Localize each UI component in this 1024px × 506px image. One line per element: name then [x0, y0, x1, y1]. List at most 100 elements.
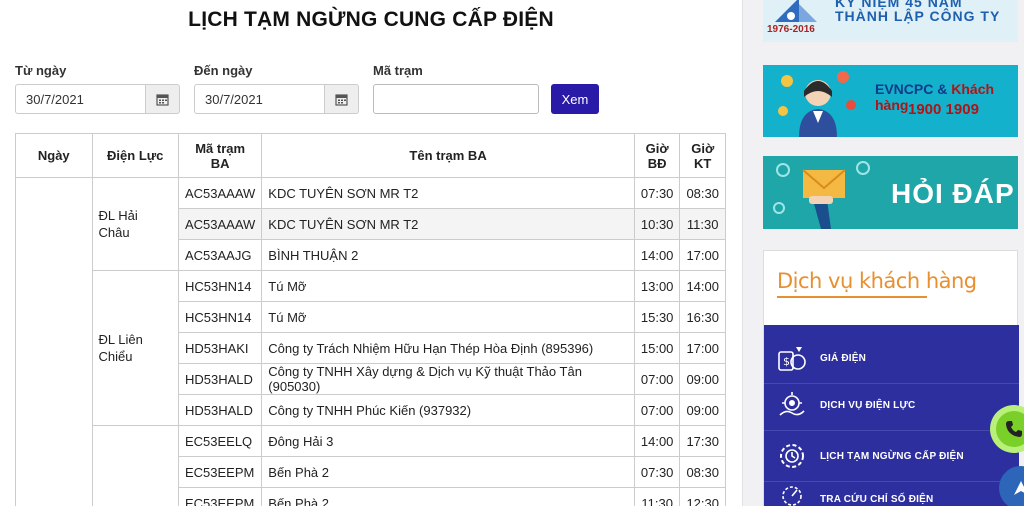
power-company-name-line2: Chiểu [98, 349, 133, 364]
price-icon: $ [774, 340, 810, 376]
meter-icon [774, 482, 810, 506]
station-name-cell: Bến Phà 2 [261, 487, 635, 506]
main-content: LỊCH TẠM NGỪNG CUNG CẤP ĐIỆN Từ ngày 30/… [0, 0, 742, 506]
end-time-cell: 09:00 [679, 394, 726, 426]
calendar-icon [156, 93, 169, 106]
customer-services-panel: Dịch vụ khách hàng $ GIÁ ĐIỆN DỊCH VỤ ĐI… [763, 250, 1019, 506]
end-time-cell: 11:30 [679, 208, 726, 240]
end-time-cell: 16:30 [679, 301, 726, 333]
station-name-cell: Đông Hải 3 [261, 425, 635, 457]
from-date-input[interactable]: 30/7/2021 [15, 84, 146, 114]
power-company-cell [91, 425, 179, 506]
start-time-cell: 07:00 [633, 363, 681, 395]
power-company-cell: ĐL Liên Chiểu [91, 270, 179, 426]
phone-icon [996, 411, 1024, 447]
station-name-cell: Tú Mỡ [261, 270, 635, 302]
header-station-code: Mã trạm BA [177, 133, 263, 178]
end-time-cell: 17:00 [679, 332, 726, 364]
service-icon [774, 387, 810, 423]
hotline-number: 1900 1909 [908, 101, 979, 118]
station-code-cell: HD53HALD [177, 394, 263, 426]
anniversary-line2: THÀNH LẬP CÔNG TY [835, 8, 1001, 24]
station-name-cell: KDC TUYÊN SƠN MR T2 [261, 208, 635, 240]
view-button[interactable]: Xem [551, 84, 599, 114]
end-time-cell: 08:30 [679, 456, 726, 488]
table-row: ĐL Hải Châu AC53AAAW KDC TUYÊN SƠN MR T2… [15, 177, 726, 506]
table-row: ĐL Liên Chiểu HC53HN14 Tú Mỡ 13:00 14:00 [16, 270, 726, 426]
start-time-cell: 14:00 [633, 425, 681, 457]
faq-banner[interactable]: HỎI ĐÁP [763, 156, 1018, 229]
arrow-up-icon [1014, 481, 1024, 495]
station-code-cell: AC53AAAW [177, 177, 263, 209]
customer-support-agent-icon [778, 71, 856, 137]
power-company-name: ĐL Hải Châu [98, 208, 138, 240]
service-item-meter-lookup[interactable]: TRA CỨU CHỈ SỐ ĐIỆN [764, 482, 1019, 506]
station-name-cell: Công ty Trách Nhiệm Hữu Hạn Thép Hòa Địn… [261, 332, 635, 364]
service-item-label: GIÁ ĐIỆN [820, 352, 867, 364]
start-time-cell: 10:30 [633, 208, 681, 240]
faq-text: HỎI ĐÁP [891, 178, 1015, 209]
service-item-label: DỊCH VỤ ĐIỆN LỰC [820, 399, 916, 411]
svg-text:$: $ [783, 355, 790, 368]
station-code-cell: HD53HAKI [177, 332, 263, 364]
station-code-input[interactable] [373, 84, 539, 114]
header-end-time: Giờ KT [679, 133, 726, 178]
end-time-cell: 08:30 [679, 177, 726, 209]
station-code-cell: AC53AAAW [177, 208, 263, 240]
hotline-amp: & [937, 81, 948, 97]
station-code-cell: AC53AAJG [177, 239, 263, 271]
station-name-cell: Công ty TNHH Phúc Kiến (937932) [261, 394, 635, 426]
start-time-cell: 15:00 [633, 332, 681, 364]
company-logo-icon [775, 0, 817, 22]
station-name-cell: Công ty TNHH Xây dựng & Dịch vụ Kỹ thuật… [261, 363, 635, 395]
station-code-cell: HC53HN14 [177, 270, 263, 302]
to-date-calendar-button[interactable] [325, 84, 359, 114]
end-time-cell: 17:00 [679, 239, 726, 271]
start-time-cell: 07:30 [633, 177, 681, 209]
end-time-cell: 14:00 [679, 270, 726, 302]
outage-schedule-table: Ngày Điện Lực Mã trạm BA Tên trạm BA Giờ… [15, 133, 726, 506]
service-item-power-services[interactable]: DỊCH VỤ ĐIỆN LỰC [764, 380, 1019, 431]
customer-services-title: Dịch vụ khách hàng [777, 269, 977, 293]
hotline-banner[interactable]: EVNCPC & Khách hàng 1900 1909 [763, 65, 1018, 137]
schedule-gear-icon [774, 438, 810, 474]
to-date-label: Đến ngày [194, 63, 253, 78]
header-power-company: Điện Lực [91, 133, 179, 178]
service-item-electricity-price[interactable]: $ GIÁ ĐIỆN [764, 333, 1019, 384]
header-station-name: Tên trạm BA [261, 133, 635, 178]
hotline-brand: EVNCPC [875, 81, 934, 97]
station-name-cell: Tú Mỡ [261, 301, 635, 333]
from-date-calendar-button[interactable] [146, 84, 180, 114]
station-code-cell: EC53EELQ [177, 425, 263, 457]
station-name-cell: BÌNH THUẬN 2 [261, 239, 635, 271]
service-item-outage-schedule[interactable]: LỊCH TẠM NGỪNG CẤP ĐIỆN [764, 431, 1019, 482]
station-code-cell: EC53EEPM [177, 487, 263, 506]
power-company-cell: ĐL Hải Châu [91, 177, 179, 271]
station-name-cell: Bến Phà 2 [261, 456, 635, 488]
to-date-input[interactable]: 30/7/2021 [194, 84, 325, 114]
station-name-cell: KDC TUYÊN SƠN MR T2 [261, 177, 635, 209]
anniversary-banner[interactable]: 1976-2016 KỶ NIỆM 45 NĂM THÀNH LẬP CÔNG … [763, 0, 1018, 42]
from-date-label: Từ ngày [15, 63, 67, 78]
page-title: LỊCH TẠM NGỪNG CUNG CẤP ĐIỆN [188, 8, 554, 31]
end-time-cell: 17:30 [679, 425, 726, 457]
table-header-row: Ngày Điện Lực Mã trạm BA Tên trạm BA Giờ… [15, 133, 726, 178]
calendar-icon [335, 93, 348, 106]
end-time-cell: 09:00 [679, 363, 726, 395]
start-time-cell: 14:00 [633, 239, 681, 271]
start-time-cell: 07:30 [633, 456, 681, 488]
date-cell [15, 177, 93, 506]
anniversary-years: 1976-2016 [767, 24, 815, 35]
station-code-cell: EC53EEPM [177, 456, 263, 488]
service-item-label: TRA CỨU CHỈ SỐ ĐIỆN [820, 494, 934, 505]
table-row: EC53EELQ Đông Hải 3 14:00 17:30 [16, 425, 726, 506]
start-time-cell: 07:00 [633, 394, 681, 426]
header-start-time: Giờ BĐ [633, 133, 681, 178]
power-company-name-line1: ĐL Liên [98, 332, 143, 347]
start-time-cell: 15:30 [633, 301, 681, 333]
mail-envelope-icon [773, 161, 870, 229]
station-code-cell: HD53HALD [177, 363, 263, 395]
service-item-label: LỊCH TẠM NGỪNG CẤP ĐIỆN [820, 450, 964, 462]
station-code-cell: HC53HN14 [177, 301, 263, 333]
start-time-cell: 13:00 [633, 270, 681, 302]
